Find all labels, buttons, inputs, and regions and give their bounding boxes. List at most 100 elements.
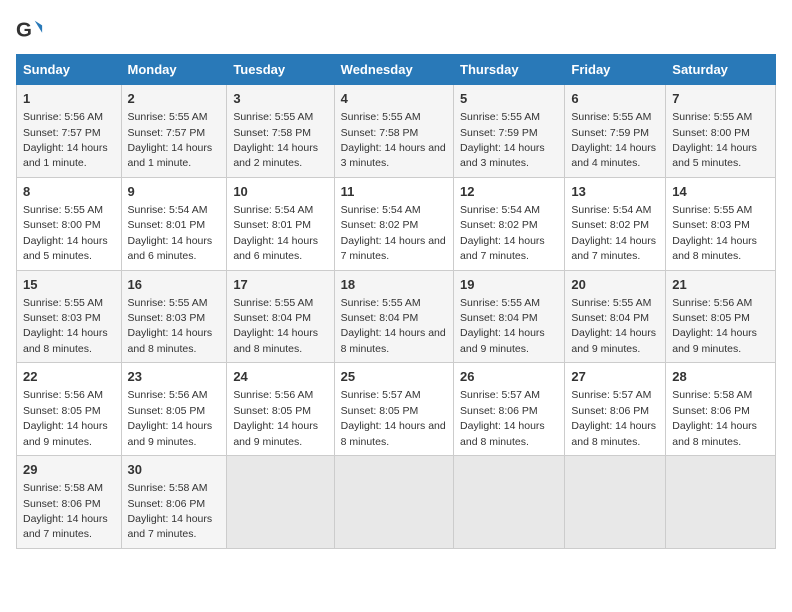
day-cell-15: 15 Sunrise: 5:55 AMSunset: 8:03 PMDaylig… <box>17 270 122 363</box>
day-number: 4 <box>341 90 447 108</box>
calendar-table: SundayMondayTuesdayWednesdayThursdayFrid… <box>16 54 776 549</box>
day-cell-17: 17 Sunrise: 5:55 AMSunset: 8:04 PMDaylig… <box>227 270 334 363</box>
day-info: Sunrise: 5:56 AMSunset: 8:05 PMDaylight:… <box>672 297 757 355</box>
day-number: 3 <box>233 90 327 108</box>
col-header-friday: Friday <box>565 55 666 85</box>
col-header-monday: Monday <box>121 55 227 85</box>
week-row-5: 29 Sunrise: 5:58 AMSunset: 8:06 PMDaylig… <box>17 456 776 549</box>
empty-cell <box>565 456 666 549</box>
day-number: 11 <box>341 183 447 201</box>
day-number: 16 <box>128 276 221 294</box>
day-cell-23: 23 Sunrise: 5:56 AMSunset: 8:05 PMDaylig… <box>121 363 227 456</box>
day-info: Sunrise: 5:55 AMSunset: 8:04 PMDaylight:… <box>233 297 318 355</box>
day-number: 21 <box>672 276 769 294</box>
day-number: 29 <box>23 461 115 479</box>
day-info: Sunrise: 5:55 AMSunset: 7:59 PMDaylight:… <box>571 111 656 169</box>
day-number: 14 <box>672 183 769 201</box>
day-number: 17 <box>233 276 327 294</box>
day-info: Sunrise: 5:55 AMSunset: 7:58 PMDaylight:… <box>341 111 446 169</box>
logo: G <box>16 16 46 44</box>
day-cell-26: 26 Sunrise: 5:57 AMSunset: 8:06 PMDaylig… <box>454 363 565 456</box>
day-cell-16: 16 Sunrise: 5:55 AMSunset: 8:03 PMDaylig… <box>121 270 227 363</box>
day-cell-11: 11 Sunrise: 5:54 AMSunset: 8:02 PMDaylig… <box>334 177 453 270</box>
day-cell-22: 22 Sunrise: 5:56 AMSunset: 8:05 PMDaylig… <box>17 363 122 456</box>
week-row-1: 1 Sunrise: 5:56 AMSunset: 7:57 PMDayligh… <box>17 85 776 178</box>
day-info: Sunrise: 5:57 AMSunset: 8:06 PMDaylight:… <box>571 389 656 447</box>
day-number: 13 <box>571 183 659 201</box>
page-header: G <box>16 16 776 44</box>
day-cell-12: 12 Sunrise: 5:54 AMSunset: 8:02 PMDaylig… <box>454 177 565 270</box>
day-info: Sunrise: 5:56 AMSunset: 8:05 PMDaylight:… <box>233 389 318 447</box>
day-info: Sunrise: 5:56 AMSunset: 7:57 PMDaylight:… <box>23 111 108 169</box>
col-header-wednesday: Wednesday <box>334 55 453 85</box>
day-number: 27 <box>571 368 659 386</box>
day-number: 8 <box>23 183 115 201</box>
day-number: 18 <box>341 276 447 294</box>
day-info: Sunrise: 5:54 AMSunset: 8:01 PMDaylight:… <box>233 204 318 262</box>
day-number: 28 <box>672 368 769 386</box>
day-number: 2 <box>128 90 221 108</box>
day-info: Sunrise: 5:57 AMSunset: 8:06 PMDaylight:… <box>460 389 545 447</box>
day-number: 7 <box>672 90 769 108</box>
day-number: 15 <box>23 276 115 294</box>
day-cell-13: 13 Sunrise: 5:54 AMSunset: 8:02 PMDaylig… <box>565 177 666 270</box>
empty-cell <box>666 456 776 549</box>
day-cell-27: 27 Sunrise: 5:57 AMSunset: 8:06 PMDaylig… <box>565 363 666 456</box>
col-header-tuesday: Tuesday <box>227 55 334 85</box>
day-cell-4: 4 Sunrise: 5:55 AMSunset: 7:58 PMDayligh… <box>334 85 453 178</box>
day-info: Sunrise: 5:56 AMSunset: 8:05 PMDaylight:… <box>23 389 108 447</box>
week-row-2: 8 Sunrise: 5:55 AMSunset: 8:00 PMDayligh… <box>17 177 776 270</box>
day-number: 20 <box>571 276 659 294</box>
day-cell-7: 7 Sunrise: 5:55 AMSunset: 8:00 PMDayligh… <box>666 85 776 178</box>
day-number: 25 <box>341 368 447 386</box>
day-info: Sunrise: 5:55 AMSunset: 7:58 PMDaylight:… <box>233 111 318 169</box>
day-info: Sunrise: 5:55 AMSunset: 8:03 PMDaylight:… <box>23 297 108 355</box>
day-number: 24 <box>233 368 327 386</box>
day-cell-20: 20 Sunrise: 5:55 AMSunset: 8:04 PMDaylig… <box>565 270 666 363</box>
day-info: Sunrise: 5:55 AMSunset: 8:00 PMDaylight:… <box>23 204 108 262</box>
day-info: Sunrise: 5:55 AMSunset: 7:57 PMDaylight:… <box>128 111 213 169</box>
svg-text:G: G <box>16 19 32 42</box>
day-info: Sunrise: 5:57 AMSunset: 8:05 PMDaylight:… <box>341 389 446 447</box>
day-info: Sunrise: 5:55 AMSunset: 8:03 PMDaylight:… <box>128 297 213 355</box>
day-cell-14: 14 Sunrise: 5:55 AMSunset: 8:03 PMDaylig… <box>666 177 776 270</box>
day-info: Sunrise: 5:55 AMSunset: 8:04 PMDaylight:… <box>341 297 446 355</box>
empty-cell <box>454 456 565 549</box>
logo-icon: G <box>16 16 44 44</box>
day-cell-24: 24 Sunrise: 5:56 AMSunset: 8:05 PMDaylig… <box>227 363 334 456</box>
day-number: 9 <box>128 183 221 201</box>
day-info: Sunrise: 5:55 AMSunset: 8:03 PMDaylight:… <box>672 204 757 262</box>
day-cell-9: 9 Sunrise: 5:54 AMSunset: 8:01 PMDayligh… <box>121 177 227 270</box>
day-number: 12 <box>460 183 558 201</box>
header-row: SundayMondayTuesdayWednesdayThursdayFrid… <box>17 55 776 85</box>
day-cell-3: 3 Sunrise: 5:55 AMSunset: 7:58 PMDayligh… <box>227 85 334 178</box>
col-header-sunday: Sunday <box>17 55 122 85</box>
day-number: 6 <box>571 90 659 108</box>
day-info: Sunrise: 5:54 AMSunset: 8:02 PMDaylight:… <box>571 204 656 262</box>
day-info: Sunrise: 5:54 AMSunset: 8:02 PMDaylight:… <box>341 204 446 262</box>
day-info: Sunrise: 5:58 AMSunset: 8:06 PMDaylight:… <box>672 389 757 447</box>
col-header-thursday: Thursday <box>454 55 565 85</box>
day-number: 19 <box>460 276 558 294</box>
empty-cell <box>227 456 334 549</box>
day-cell-10: 10 Sunrise: 5:54 AMSunset: 8:01 PMDaylig… <box>227 177 334 270</box>
day-cell-5: 5 Sunrise: 5:55 AMSunset: 7:59 PMDayligh… <box>454 85 565 178</box>
day-cell-29: 29 Sunrise: 5:58 AMSunset: 8:06 PMDaylig… <box>17 456 122 549</box>
day-cell-1: 1 Sunrise: 5:56 AMSunset: 7:57 PMDayligh… <box>17 85 122 178</box>
day-cell-28: 28 Sunrise: 5:58 AMSunset: 8:06 PMDaylig… <box>666 363 776 456</box>
day-info: Sunrise: 5:54 AMSunset: 8:02 PMDaylight:… <box>460 204 545 262</box>
day-info: Sunrise: 5:58 AMSunset: 8:06 PMDaylight:… <box>128 482 213 540</box>
day-number: 1 <box>23 90 115 108</box>
day-cell-25: 25 Sunrise: 5:57 AMSunset: 8:05 PMDaylig… <box>334 363 453 456</box>
day-cell-8: 8 Sunrise: 5:55 AMSunset: 8:00 PMDayligh… <box>17 177 122 270</box>
day-info: Sunrise: 5:55 AMSunset: 7:59 PMDaylight:… <box>460 111 545 169</box>
day-number: 30 <box>128 461 221 479</box>
empty-cell <box>334 456 453 549</box>
day-number: 10 <box>233 183 327 201</box>
week-row-4: 22 Sunrise: 5:56 AMSunset: 8:05 PMDaylig… <box>17 363 776 456</box>
day-info: Sunrise: 5:58 AMSunset: 8:06 PMDaylight:… <box>23 482 108 540</box>
day-cell-19: 19 Sunrise: 5:55 AMSunset: 8:04 PMDaylig… <box>454 270 565 363</box>
day-info: Sunrise: 5:56 AMSunset: 8:05 PMDaylight:… <box>128 389 213 447</box>
day-cell-2: 2 Sunrise: 5:55 AMSunset: 7:57 PMDayligh… <box>121 85 227 178</box>
day-cell-21: 21 Sunrise: 5:56 AMSunset: 8:05 PMDaylig… <box>666 270 776 363</box>
